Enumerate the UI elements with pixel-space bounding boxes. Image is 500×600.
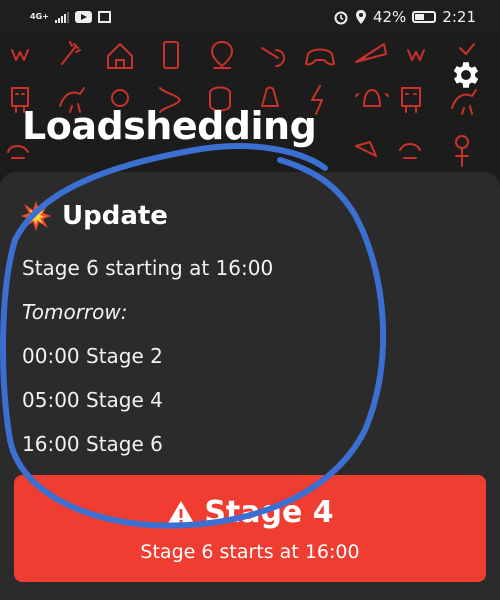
schedule-item: 00:00 Stage 2 bbox=[22, 344, 163, 368]
map-pin-icon bbox=[211, 41, 233, 69]
robot-icon-2 bbox=[401, 87, 421, 113]
current-stage-text: Stage 6 starting at 16:00 bbox=[22, 256, 274, 280]
bell-icon bbox=[355, 89, 389, 107]
warning-icon bbox=[167, 500, 196, 525]
signal-icon bbox=[54, 11, 69, 23]
status-left-group: 4G+ bbox=[30, 11, 111, 23]
house-icon bbox=[107, 43, 133, 69]
person-icon bbox=[455, 135, 469, 149]
drum-icon bbox=[399, 143, 421, 159]
phone-icon bbox=[163, 41, 179, 69]
plane-icon bbox=[355, 141, 377, 157]
update-heading: Update bbox=[20, 200, 168, 232]
schedule-item: 05:00 Stage 4 bbox=[22, 388, 163, 412]
gamepad-icon bbox=[305, 48, 335, 66]
battery-percent: 42% bbox=[372, 8, 407, 26]
crown-icon bbox=[11, 49, 29, 61]
magic-wand-icon bbox=[61, 41, 81, 65]
youtube-notification-icon bbox=[74, 11, 92, 23]
collision-icon bbox=[21, 201, 51, 231]
sparkle-icon bbox=[459, 43, 475, 55]
app-header: Loadshedding bbox=[0, 34, 500, 180]
clock: 2:21 bbox=[442, 8, 476, 26]
pizza-icon bbox=[355, 43, 387, 63]
target-icon bbox=[261, 47, 285, 67]
stage-subtitle: Stage 6 starts at 16:00 bbox=[140, 541, 360, 563]
battery-icon bbox=[412, 11, 437, 23]
person-body-icon bbox=[455, 147, 469, 167]
dinosaur-icon-2 bbox=[451, 89, 477, 115]
stage-title-row: Stage 4 bbox=[14, 495, 486, 530]
alarm-icon bbox=[334, 11, 348, 25]
schedule-item: 16:00 Stage 6 bbox=[22, 432, 163, 456]
location-icon bbox=[355, 10, 366, 24]
app-title: Loadshedding bbox=[22, 104, 317, 148]
current-stage-card[interactable]: Stage 4 Stage 6 starts at 16:00 bbox=[14, 475, 486, 582]
network-type: 4G+ bbox=[30, 12, 49, 21]
settings-gear-icon[interactable] bbox=[449, 58, 483, 92]
update-heading-label: Update bbox=[62, 201, 168, 231]
stage-title: Stage 4 bbox=[204, 495, 334, 530]
status-right-group: 42% 2:21 bbox=[333, 8, 476, 26]
tomorrow-label: Tomorrow: bbox=[22, 300, 128, 324]
status-bar: 4G+ 42% 2:21 bbox=[0, 0, 500, 34]
news-notification-icon bbox=[97, 11, 111, 23]
crown-icon-2 bbox=[407, 49, 425, 61]
